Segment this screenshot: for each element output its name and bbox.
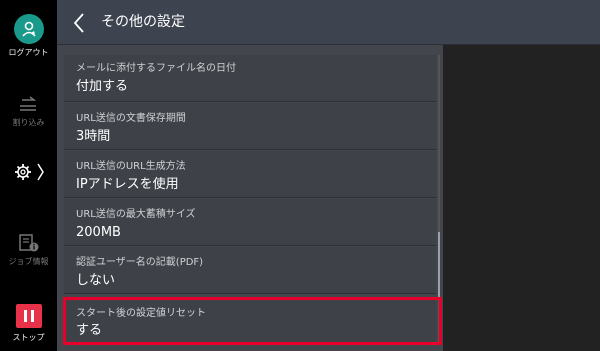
job-info-icon [18,234,38,252]
right-empty-area [443,45,600,351]
list-item[interactable]: メールに添付するファイル名の日付 付加する [64,55,436,102]
setting-label: URL送信のURL生成方法 [76,161,186,172]
job-info-button[interactable]: ジョブ情報 [0,233,57,267]
page-title: その他の設定 [101,14,185,30]
setting-value: IPアドレスを使用 [76,177,179,192]
logout-button[interactable]: ログアウト [0,14,57,58]
setting-value: 200MB [76,225,121,240]
setting-label: メールに添付するファイル名の日付 [76,63,236,74]
settings-button[interactable] [0,160,57,190]
stop-button[interactable]: ストップ [0,304,57,343]
setting-label: 認証ユーザー名の記載(PDF) [76,257,204,268]
logout-label: ログアウト [8,48,49,57]
setting-value: しない [76,273,116,288]
pause-icon [15,304,42,328]
stop-label: ストップ [12,333,45,342]
scrollbar-thumb[interactable] [438,232,440,300]
setting-value: 付加する [76,79,129,94]
list-item[interactable]: URL送信の文書保存期間 3時間 [64,103,436,150]
interrupt-icon [19,96,36,111]
interrupt-label: 割り込み [12,118,45,127]
list-item[interactable]: 認証ユーザー名の記載(PDF) しない [64,247,436,294]
selection-highlight [63,297,442,345]
setting-label: URL送信の文書保存期間 [76,113,186,124]
header-bar: その他の設定 [57,0,600,45]
job-info-label: ジョブ情報 [8,257,49,266]
interrupt-button[interactable]: 割り込み [0,96,57,128]
chevron-left-icon [73,13,84,33]
setting-label: URL送信の最大蓄積サイズ [76,209,196,220]
setting-value: 3時間 [76,129,111,144]
back-button[interactable] [71,12,89,34]
list-item[interactable]: URL送信のURL生成方法 IPアドレスを使用 [64,151,436,198]
left-rail: ログアウト 割り込み ジョブ情報 ストップ [0,0,57,351]
gear-icon [14,163,44,181]
user-icon [13,14,44,44]
list-item[interactable]: URL送信の最大蓄積サイズ 200MB [64,199,436,246]
